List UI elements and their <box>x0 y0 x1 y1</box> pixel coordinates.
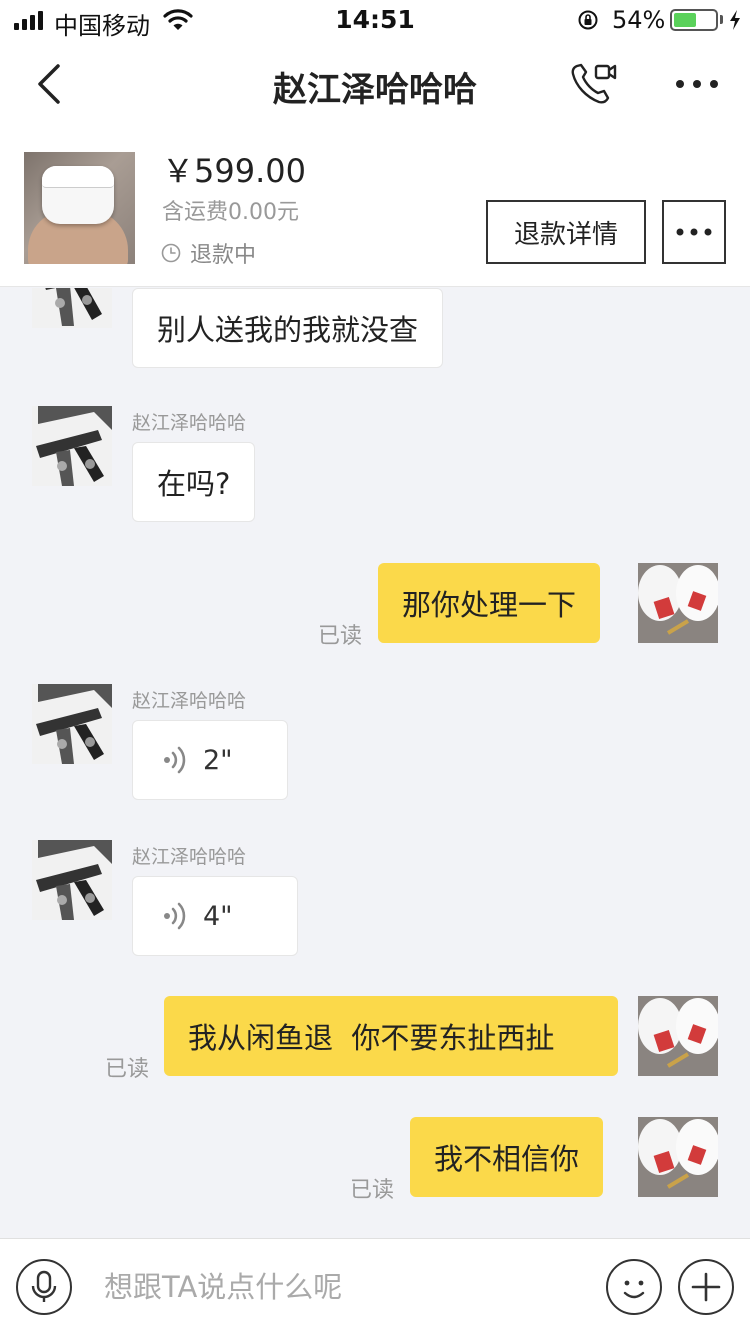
voice-input-button[interactable] <box>16 1259 72 1315</box>
order-status: 退款中 <box>190 243 257 268</box>
read-receipt: 已读 <box>318 624 363 649</box>
more-icon[interactable] <box>674 66 720 102</box>
battery-tip <box>720 15 723 24</box>
message-bubble[interactable]: 我不相信你 <box>410 1117 604 1197</box>
emoji-button[interactable] <box>606 1259 662 1315</box>
clock-icon <box>161 243 181 263</box>
battery-icon <box>670 9 718 31</box>
product-thumbnail[interactable] <box>24 152 135 264</box>
battery-percent: 54% <box>612 6 666 34</box>
voice-message[interactable]: 2" <box>132 720 288 800</box>
plus-icon <box>691 1272 721 1302</box>
emoji-icon <box>623 1280 645 1299</box>
contact-avatar[interactable] <box>32 406 112 486</box>
bowls-photo <box>638 1117 718 1197</box>
my-avatar[interactable] <box>638 563 718 643</box>
voice-duration: 2" <box>203 744 233 776</box>
message-input[interactable] <box>104 1267 564 1307</box>
bowls-photo <box>638 996 718 1076</box>
voice-message[interactable]: 4" <box>132 876 298 956</box>
message-bubble[interactable]: 在吗? <box>132 442 256 522</box>
more-actions-button[interactable] <box>678 1259 734 1315</box>
voice-duration: 4" <box>203 900 233 932</box>
sender-name: 赵江泽哈哈哈 <box>132 690 247 712</box>
input-bar <box>0 1238 750 1334</box>
sender-name: 赵江泽哈哈哈 <box>132 846 247 868</box>
order-card[interactable]: ￥599.00 含运费0.00元 退款中 退款详情 <box>0 128 750 287</box>
keychain-photo <box>32 406 112 486</box>
order-shipping: 含运费0.00元 <box>162 200 299 225</box>
order-more-button[interactable] <box>662 200 726 264</box>
sender-name: 赵江泽哈哈哈 <box>132 412 247 434</box>
keychain-photo <box>32 684 112 764</box>
conversation-title: 赵江泽哈哈哈 <box>273 70 477 110</box>
read-receipt: 已读 <box>350 1178 395 1203</box>
voice-wave-icon <box>164 902 186 930</box>
battery-level <box>674 13 696 27</box>
keychain-photo <box>32 840 112 920</box>
my-avatar[interactable] <box>638 996 718 1076</box>
my-avatar[interactable] <box>638 1117 718 1197</box>
order-price: ￥599.00 <box>162 152 306 190</box>
keychain-photo <box>32 288 112 328</box>
refund-details-button[interactable]: 退款详情 <box>486 200 646 264</box>
message-bubble[interactable]: 那你处理一下 <box>378 563 601 643</box>
message-bubble[interactable]: 别人送我的我就没查 <box>132 288 444 368</box>
status-bar: 中国移动 14:51 54% <box>0 0 750 40</box>
rotation-lock-icon <box>578 10 598 30</box>
contact-avatar[interactable] <box>32 288 112 328</box>
message-bubble[interactable]: 我从闲鱼退 你不要东扯西扯 <box>164 996 618 1076</box>
contact-avatar[interactable] <box>32 684 112 764</box>
nav-bar: 赵江泽哈哈哈 <box>0 40 750 128</box>
contact-avatar[interactable] <box>32 840 112 920</box>
microphone-icon <box>31 1270 57 1302</box>
more-icon <box>676 228 712 236</box>
chat-history[interactable]: 别人送我的我就没查 赵江泽哈哈哈 在吗? 已读 那你处理一下 赵江泽哈哈哈 2"… <box>0 288 750 1238</box>
bowls-photo <box>638 563 718 643</box>
charging-icon <box>730 10 740 30</box>
voice-wave-icon <box>164 746 186 774</box>
video-call-icon[interactable] <box>568 60 618 108</box>
read-receipt: 已读 <box>105 1057 150 1082</box>
